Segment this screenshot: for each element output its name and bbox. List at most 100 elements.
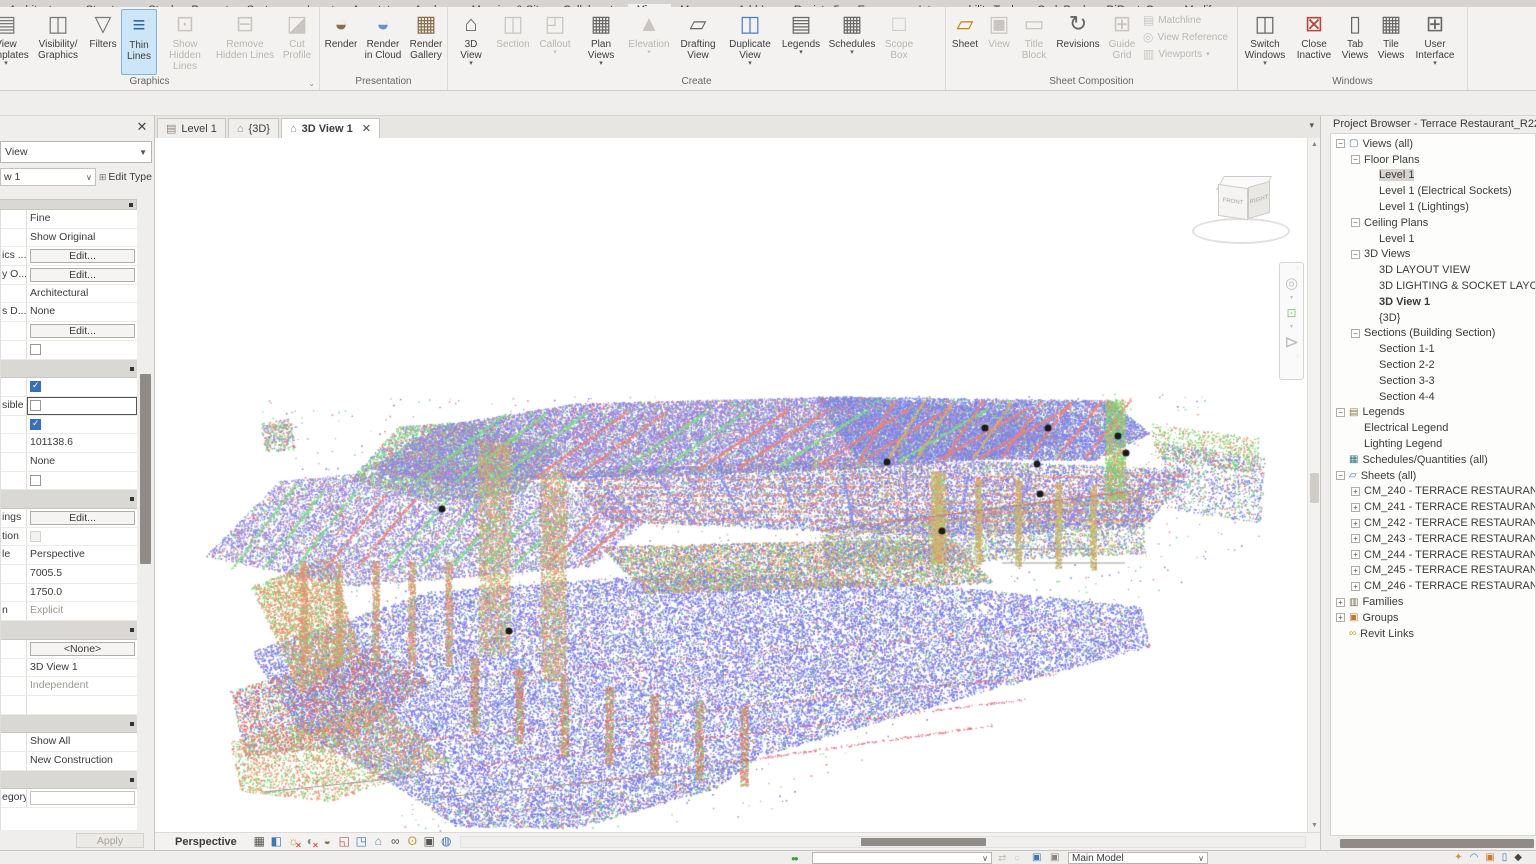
- collapse-icon[interactable]: −: [1351, 218, 1360, 228]
- tree-item-sheets-all[interactable]: − ▱ Sheets (all): [1331, 468, 1535, 484]
- tree-item-views-all[interactable]: − ▢ Views (all): [1331, 136, 1535, 152]
- edit-button[interactable]: Edit...: [30, 324, 135, 339]
- active-option-icon[interactable]: ▣: [1050, 852, 1059, 864]
- ribbon-button-plan-views[interactable]: ▦ Plan Views ▾: [577, 9, 625, 75]
- design-option-selector[interactable]: Main Model ∨: [1068, 852, 1208, 864]
- activate-dimensions-icon[interactable]: ✦: [1454, 852, 1462, 864]
- dialog-launcher-icon[interactable]: ⌄: [308, 77, 315, 91]
- ribbon-button-revisions[interactable]: ↻ Revisions: [1053, 9, 1103, 75]
- ribbon-button-render-in-cloud[interactable]: ◒ Render in Cloud: [361, 9, 405, 75]
- tree-item-revit-links[interactable]: ∞ Revit Links: [1331, 626, 1535, 642]
- tree-item-section-4-4[interactable]: Section 4-4: [1331, 389, 1535, 405]
- locked-3d-view-icon[interactable]: ⌂: [370, 834, 387, 849]
- tree-item-cm-241-terrace-restaurant[interactable]: + CM_241 - TERRACE RESTAURANT -: [1331, 499, 1535, 515]
- property-value[interactable]: Edit...: [27, 247, 137, 265]
- expand-icon[interactable]: +: [1336, 597, 1345, 607]
- tree-item-schedules-quantities-all[interactable]: ▦ Schedules/Quantities (all): [1331, 452, 1535, 468]
- scroll-up-icon[interactable]: ▲: [1308, 138, 1321, 151]
- expand-icon[interactable]: +: [1351, 550, 1360, 560]
- reveal-hidden-icon[interactable]: ʘ: [404, 834, 421, 849]
- view-tab-level-1[interactable]: ▤ Level 1: [157, 118, 226, 138]
- nav-options-icon[interactable]: ○: [1296, 353, 1300, 360]
- ribbon-button-drafting-view[interactable]: ▱ Drafting View: [673, 9, 723, 75]
- chevron-down-icon[interactable]: ▾: [1290, 324, 1293, 330]
- temporary-view-properties-icon[interactable]: ▣: [421, 834, 438, 849]
- tree-item-groups[interactable]: + ▣ Groups: [1331, 610, 1535, 626]
- property-value[interactable]: [27, 789, 137, 807]
- tree-item-section-3-3[interactable]: Section 3-3: [1331, 373, 1535, 389]
- scrollbar-thumb[interactable]: [1340, 839, 1534, 848]
- view-cube-compass[interactable]: [1192, 218, 1290, 244]
- tree-item-cm-243-terrace-restaurant[interactable]: + CM_243 - TERRACE RESTAURANT -: [1331, 531, 1535, 547]
- ribbon-button-render-gallery[interactable]: ▦ Render Gallery: [405, 9, 447, 75]
- design-options-icon[interactable]: ▣: [1032, 852, 1041, 864]
- property-checkbox[interactable]: [30, 474, 41, 486]
- view-scale-label[interactable]: Perspective: [175, 836, 237, 848]
- ribbon-button-render[interactable]: ◒ Render: [321, 9, 361, 75]
- view-tab-3d-view-1[interactable]: ⌂ 3D View 1 ✕: [280, 118, 381, 138]
- zoom-icon[interactable]: ⊡: [1286, 305, 1296, 321]
- expand-icon[interactable]: +: [1336, 613, 1345, 623]
- tree-item-cm-245-terrace-restaurant[interactable]: + CM_245 - TERRACE RESTAURANT -: [1331, 563, 1535, 579]
- ribbon-button-filters[interactable]: ▽ Filters: [85, 9, 121, 75]
- render-dialog-icon[interactable]: ◒: [319, 834, 336, 849]
- edit-button[interactable]: <None>: [30, 641, 135, 656]
- worksharing-display-icon[interactable]: ◍: [438, 834, 455, 849]
- tree-item-families[interactable]: + ▥ Families: [1331, 594, 1535, 610]
- ribbon-button-view-reference[interactable]: ◎ View Reference: [1143, 30, 1228, 44]
- scale-icon[interactable]: ▦: [251, 834, 268, 849]
- property-value[interactable]: 1750.0: [27, 584, 137, 602]
- property-value[interactable]: [27, 416, 137, 434]
- property-checkbox[interactable]: [30, 343, 41, 355]
- property-value[interactable]: [27, 472, 137, 490]
- property-value[interactable]: [27, 528, 137, 546]
- ribbon-button-switch-windows[interactable]: ◫ Switch Windows ▾: [1239, 9, 1291, 75]
- property-value[interactable]: New Construction: [27, 752, 137, 770]
- sun-path-icon[interactable]: ☼ ✕: [285, 834, 302, 850]
- property-value[interactable]: 101138.6: [27, 434, 137, 452]
- view-cube-right-face[interactable]: RIGHT: [1248, 180, 1270, 220]
- property-value[interactable]: Show Original: [27, 229, 137, 247]
- property-value[interactable]: None: [27, 453, 137, 471]
- properties-scrollbar[interactable]: [138, 234, 153, 814]
- view-cube[interactable]: FRONT RIGHT: [1192, 174, 1292, 252]
- crop-region-icon[interactable]: ◳: [353, 834, 370, 849]
- property-value[interactable]: None: [27, 303, 137, 321]
- view-tab-overflow-icon[interactable]: ▾: [1309, 120, 1314, 131]
- scrollbar-thumb[interactable]: [1310, 473, 1319, 503]
- tree-item-3d[interactable]: {3D}: [1331, 310, 1535, 326]
- collapse-icon[interactable]: −: [1336, 471, 1345, 481]
- workset-selector[interactable]: ∨: [812, 852, 992, 864]
- relinquish-icon[interactable]: ○: [1014, 852, 1020, 864]
- vertical-scrollbar[interactable]: ▲ ▼: [1307, 138, 1320, 832]
- tree-item-cm-242-terrace-restaurant[interactable]: + CM_242 - TERRACE RESTAURANT -: [1331, 515, 1535, 531]
- tree-item-3d-lighting-socket-layout[interactable]: 3D LIGHTING & SOCKET LAYOUT: [1331, 278, 1535, 294]
- type-selector[interactable]: View ▼: [0, 141, 152, 163]
- paper-plane-icon[interactable]: ⊳: [1284, 333, 1299, 351]
- collapse-icon[interactable]: −: [1336, 139, 1345, 149]
- edit-button[interactable]: Edit...: [30, 511, 135, 525]
- select-pinned-icon[interactable]: ▯: [1502, 852, 1508, 864]
- tree-item-electrical-legend[interactable]: Electrical Legend: [1331, 420, 1535, 436]
- tree-item-sections-building-section[interactable]: − Sections (Building Section): [1331, 326, 1535, 342]
- scrollbar-thumb[interactable]: [861, 838, 986, 846]
- property-value[interactable]: [27, 696, 137, 714]
- nav-options-icon[interactable]: ○: [1296, 265, 1300, 272]
- view-cube-front-face[interactable]: FRONT: [1218, 183, 1248, 221]
- ribbon-button-view-templates[interactable]: ▤ View Templates▾: [0, 9, 31, 75]
- close-icon[interactable]: ✕: [134, 119, 150, 135]
- editing-requests-icon[interactable]: ⇄: [998, 852, 1006, 864]
- tree-item-3d-view-1[interactable]: 3D View 1: [1331, 294, 1535, 310]
- collapse-icon[interactable]: −: [1336, 407, 1345, 417]
- ribbon-button-matchline[interactable]: ▤ Matchline: [1143, 13, 1228, 27]
- tree-item-legends[interactable]: − ▤ Legends: [1331, 405, 1535, 421]
- tree-item-cm-246-terrace-restaurant[interactable]: + CM_246 - TERRACE RESTAURANT -: [1331, 578, 1535, 594]
- edit-button[interactable]: Edit...: [30, 249, 135, 264]
- property-value[interactable]: Fine: [27, 210, 137, 228]
- ribbon-button-legends[interactable]: ▤ Legends ▾: [777, 9, 825, 75]
- ribbon-button-tab-views[interactable]: ▯ Tab Views: [1337, 9, 1373, 75]
- collapse-icon[interactable]: −: [1351, 328, 1360, 338]
- drag-elements-icon[interactable]: ◆: [1514, 852, 1522, 864]
- property-value[interactable]: [27, 396, 137, 415]
- shadows-icon[interactable]: ◐ ✕: [302, 834, 319, 850]
